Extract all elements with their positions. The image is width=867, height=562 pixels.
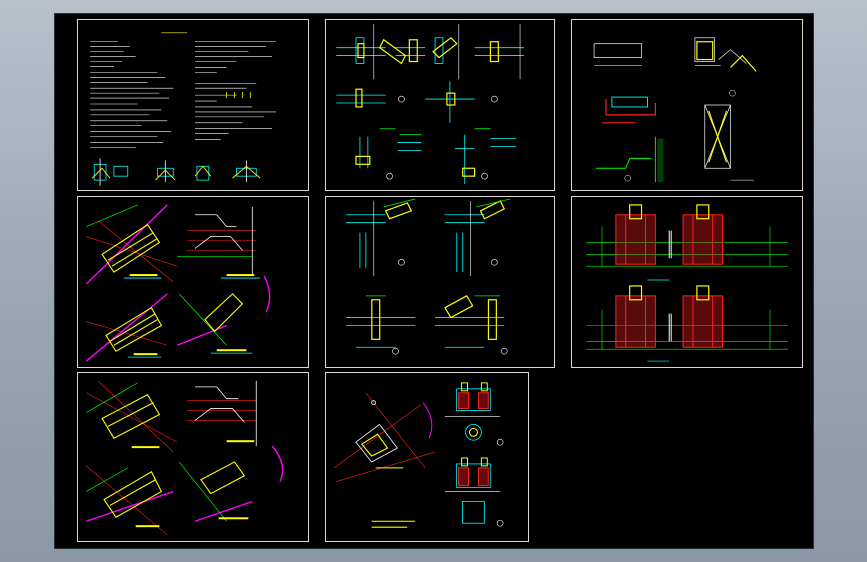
site-detail-drawing (333, 382, 504, 528)
notes-drawing (90, 32, 277, 187)
details-a-drawing (593, 37, 757, 183)
sheet-connection-details-2[interactable] (325, 196, 555, 368)
sheet-general-notes[interactable] (77, 19, 309, 191)
sheet-stair-plan-1[interactable] (77, 196, 309, 368)
stair-plan-2-drawing (86, 380, 284, 536)
foundation-drawing (586, 204, 788, 362)
cad-model-space[interactable] (55, 14, 813, 548)
sheet-connection-details-1[interactable] (325, 19, 555, 191)
sheet-details-a[interactable] (571, 19, 803, 191)
sheet-stair-plan-2[interactable] (77, 372, 309, 542)
sheet-site-detail[interactable] (325, 372, 529, 542)
connections-drawing-2 (346, 198, 511, 355)
sheet-foundation-elevations[interactable] (571, 196, 803, 368)
connections-drawing-1 (336, 23, 525, 185)
stair-plan-1-drawing (85, 204, 271, 362)
